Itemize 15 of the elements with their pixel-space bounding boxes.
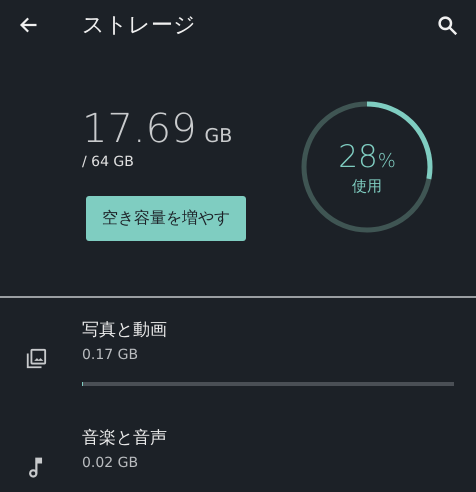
free-up-space-button[interactable]: 空き容量を増やす <box>86 196 246 241</box>
usage-percent: 28 <box>338 138 378 174</box>
used-amount: 17.69 <box>82 106 197 152</box>
category-title: 写真と動画 <box>82 319 168 341</box>
photo-stack-icon <box>25 348 47 370</box>
category-title: 音楽と音声 <box>82 427 168 449</box>
usage-label: 使用 <box>352 176 382 196</box>
music-note-icon <box>27 456 45 478</box>
total-capacity: / 64 GB <box>82 154 135 170</box>
category-size: 0.02 GB <box>82 455 140 471</box>
used-unit: GB <box>204 125 232 147</box>
percent-sign: % <box>378 150 396 172</box>
screen-title: ストレージ <box>82 12 197 40</box>
category-size: 0.17 GB <box>82 347 140 363</box>
search-icon[interactable] <box>436 14 458 36</box>
